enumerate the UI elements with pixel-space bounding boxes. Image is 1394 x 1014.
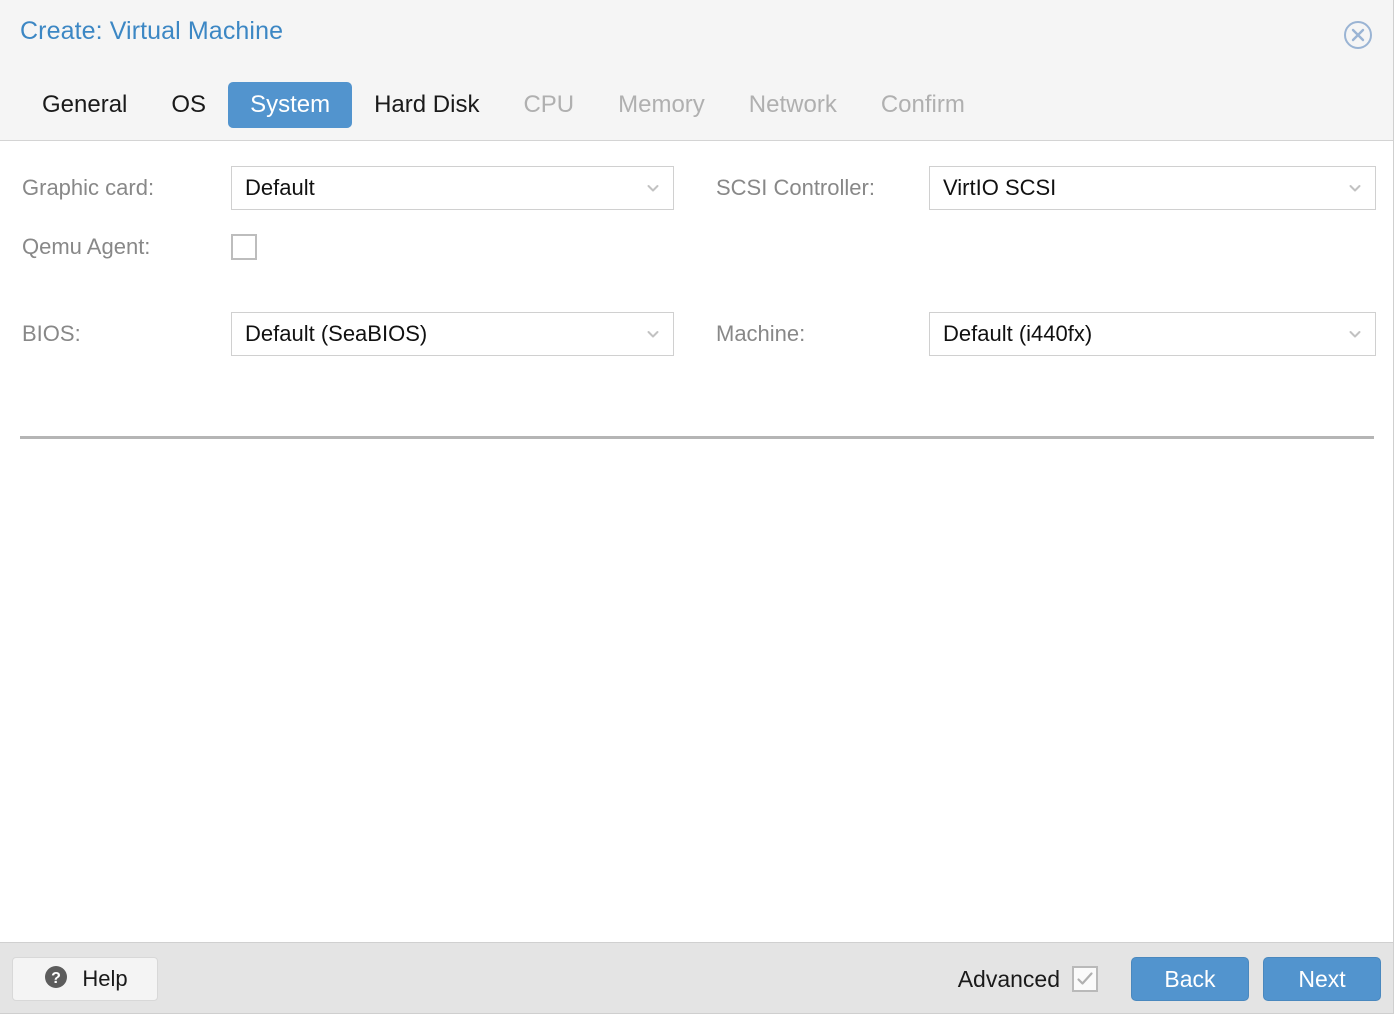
chevron-down-icon [1346, 179, 1364, 197]
back-button[interactable]: Back [1131, 957, 1249, 1001]
tab-os[interactable]: OS [149, 82, 228, 128]
help-button-label: Help [82, 966, 128, 991]
bios-value: Default (SeaBIOS) [245, 321, 428, 346]
dialog-body: Graphic card: Default SCSI Controller: V… [0, 141, 1393, 942]
help-button[interactable]: ? Help [12, 957, 158, 1001]
bios-label: BIOS: [22, 321, 81, 346]
scsi-controller-value: VirtIO SCSI [943, 175, 1057, 200]
next-button[interactable]: Next [1263, 957, 1381, 1001]
section-divider [20, 436, 1374, 439]
dialog-header: Create: Virtual Machine General OS Syste… [0, 0, 1393, 141]
svg-text:?: ? [51, 970, 61, 987]
tab-confirm: Confirm [880, 91, 965, 118]
bios-select[interactable]: Default (SeaBIOS) [231, 312, 674, 356]
tab-hard-disk[interactable]: Hard Disk [352, 82, 501, 128]
graphic-card-value: Default [245, 175, 315, 200]
dialog-title: Create: Virtual Machine [20, 17, 284, 45]
advanced-label: Advanced [957, 965, 1060, 992]
field-bios: BIOS: Default (SeaBIOS) [22, 312, 674, 356]
question-mark-circle-icon: ? [42, 963, 70, 996]
close-icon[interactable] [1341, 18, 1375, 52]
field-scsi-controller: SCSI Controller: VirtIO SCSI [716, 166, 1376, 210]
qemu-agent-label: Qemu Agent: [22, 234, 151, 259]
machine-label: Machine: [716, 321, 806, 346]
field-machine: Machine: Default (i440fx) [716, 312, 1376, 356]
tab-general[interactable]: General [20, 82, 149, 128]
footer-actions: Advanced Back Next [958, 957, 1381, 1001]
graphic-card-select[interactable]: Default [231, 166, 674, 210]
tab-memory: Memory [618, 91, 705, 118]
field-qemu-agent: Qemu Agent: [22, 225, 257, 269]
wizard-tabs: General OS System Hard Disk CPU Memory N… [20, 82, 987, 128]
machine-select[interactable]: Default (i440fx) [929, 312, 1376, 356]
field-graphic-card: Graphic card: Default [22, 166, 674, 210]
chevron-down-icon [644, 325, 662, 343]
tab-system[interactable]: System [228, 82, 353, 128]
machine-value: Default (i440fx) [943, 321, 1093, 346]
tab-cpu: CPU [523, 91, 575, 118]
tab-network: Network [748, 91, 837, 118]
chevron-down-icon [1346, 325, 1364, 343]
create-vm-dialog: Create: Virtual Machine General OS Syste… [0, 0, 1394, 1014]
dialog-footer: ? Help Advanced Back Next [0, 942, 1393, 1013]
chevron-down-icon [644, 179, 662, 197]
graphic-card-label: Graphic card: [22, 175, 155, 200]
qemu-agent-checkbox[interactable] [231, 234, 257, 260]
advanced-checkbox[interactable] [1072, 966, 1098, 992]
scsi-controller-label: SCSI Controller: [716, 175, 875, 200]
scsi-controller-select[interactable]: VirtIO SCSI [929, 166, 1376, 210]
